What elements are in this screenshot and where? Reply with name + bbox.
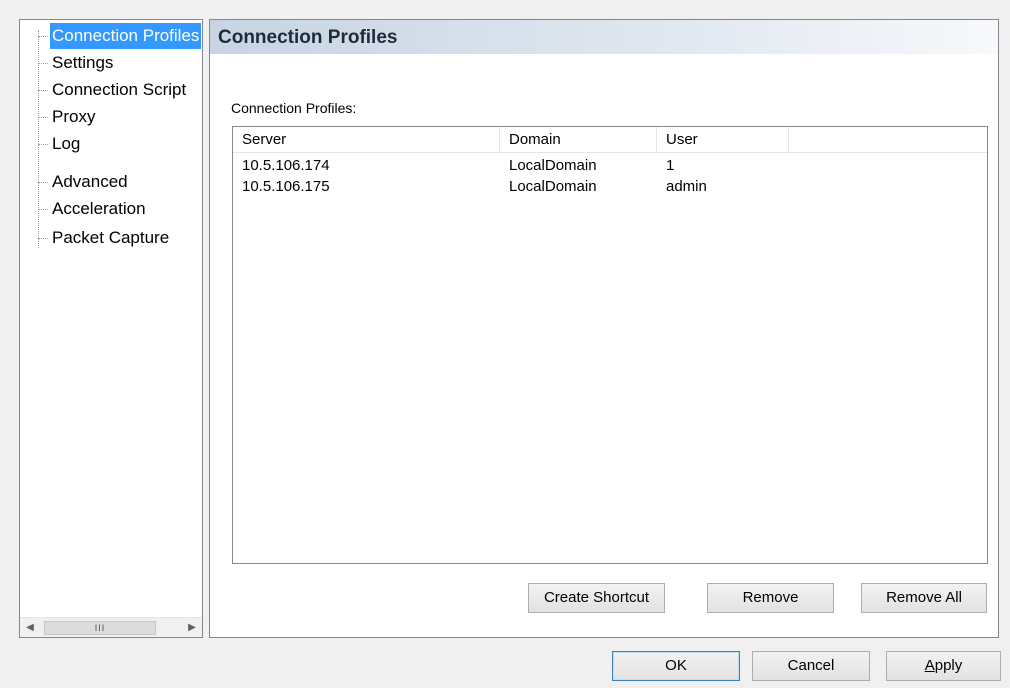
apply-button[interactable]: Apply xyxy=(886,651,1001,681)
cell-domain: LocalDomain xyxy=(509,157,597,174)
scroll-left-arrow-icon[interactable]: ◀ xyxy=(20,618,40,637)
cell-server: 10.5.106.175 xyxy=(242,178,330,195)
tree-connector xyxy=(38,209,48,210)
tree-connector xyxy=(38,238,48,239)
cancel-button[interactable]: Cancel xyxy=(752,651,870,681)
page-title: Connection Profiles xyxy=(218,27,398,48)
tree-connector xyxy=(38,36,48,37)
tree-item-label: Connection Script xyxy=(52,80,187,99)
content-header: Connection Profiles xyxy=(210,20,998,54)
tree-connector xyxy=(38,63,48,64)
horizontal-scrollbar[interactable]: ◀ III ▶ xyxy=(20,617,202,637)
list-caption: Connection Profiles: xyxy=(231,100,357,116)
cell-user: admin xyxy=(666,178,707,195)
remove-all-button[interactable]: Remove All xyxy=(861,583,987,613)
tree-connector xyxy=(38,182,48,183)
tree-items: Connection Profiles Settings Connection … xyxy=(20,20,202,617)
tree-item-label: Connection Profiles xyxy=(50,23,202,49)
tree-item-label: Settings xyxy=(52,53,114,72)
cell-user: 1 xyxy=(666,157,675,174)
ok-button[interactable]: OK xyxy=(612,651,740,681)
settings-tree[interactable]: Connection Profiles Settings Connection … xyxy=(19,19,203,638)
create-shortcut-button[interactable]: Create Shortcut xyxy=(528,583,665,613)
apply-mnemonic: A xyxy=(924,657,935,674)
tree-item-label: Advanced xyxy=(52,172,128,191)
tree-item-label: Proxy xyxy=(52,107,96,126)
column-header-server[interactable]: Server xyxy=(233,127,500,153)
column-header-domain[interactable]: Domain xyxy=(500,127,657,153)
tree-connector xyxy=(38,144,48,145)
list-row[interactable]: 10.5.106.174 LocalDomain 1 xyxy=(233,155,987,176)
column-header-user[interactable]: User xyxy=(657,127,789,153)
connection-profiles-list[interactable]: Server Domain User 10.5.106.174 LocalDom… xyxy=(232,126,988,564)
list-row[interactable]: 10.5.106.175 LocalDomain admin xyxy=(233,176,987,197)
apply-label-rest: pply xyxy=(934,657,963,674)
cell-domain: LocalDomain xyxy=(509,178,597,195)
cell-server: 10.5.106.174 xyxy=(242,157,330,174)
scrollbar-thumb[interactable]: III xyxy=(44,621,156,635)
content-panel: Connection Profiles Connection Profiles:… xyxy=(209,19,999,638)
remove-button[interactable]: Remove xyxy=(707,583,834,613)
tree-item-label: Acceleration xyxy=(52,199,146,218)
tree-connector xyxy=(38,117,48,118)
tree-item-label: Packet Capture xyxy=(52,228,170,247)
tree-item-label: Log xyxy=(52,134,81,153)
list-header: Server Domain User xyxy=(233,127,987,153)
scroll-right-arrow-icon[interactable]: ▶ xyxy=(182,618,202,637)
tree-connector xyxy=(38,90,48,91)
